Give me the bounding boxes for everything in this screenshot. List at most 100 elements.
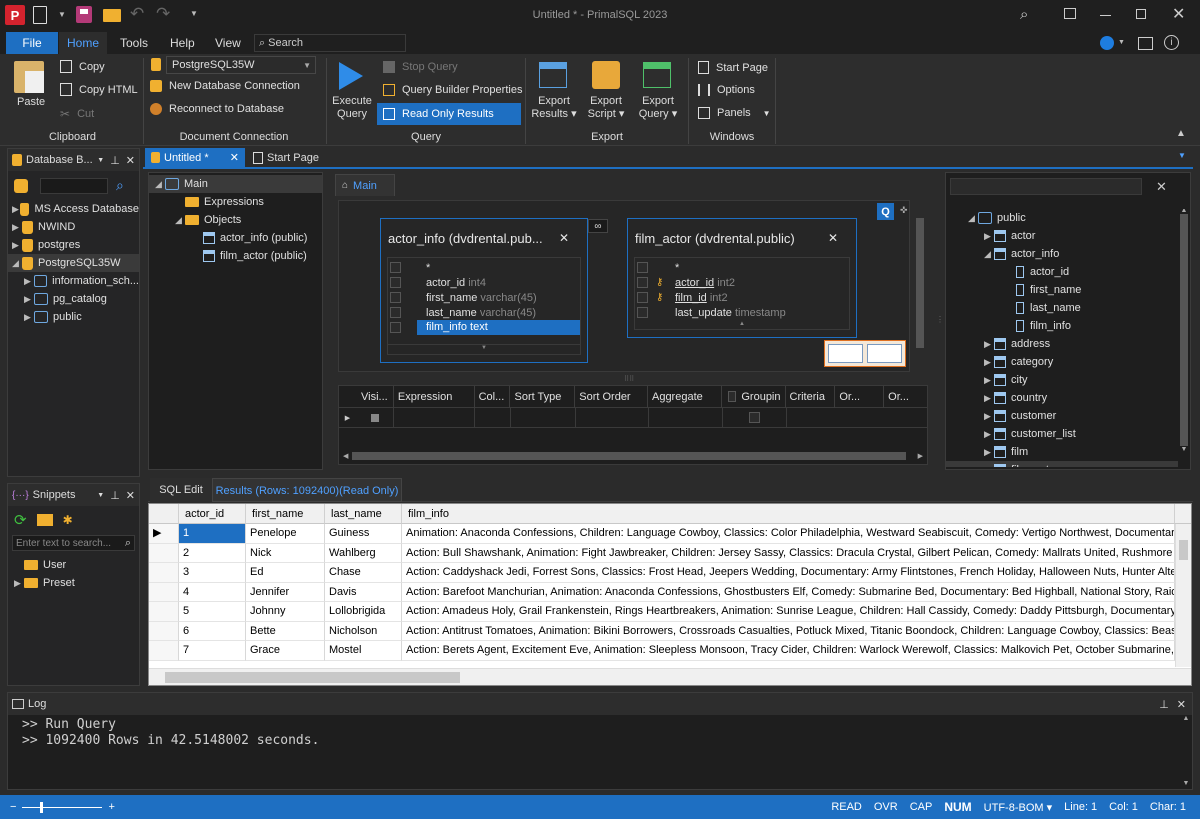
tree-item-public[interactable]: ▶ public [8,308,139,326]
table-cell[interactable]: Action: Amadeus Holy, Grail Frankenstein… [402,602,1175,622]
visible-checkbox[interactable] [370,413,379,422]
table-cell[interactable]: Action: Caddyshack Jedi, Forrest Sons, C… [402,563,1175,583]
table-box-film-actor[interactable]: film_actor (dvdrental.public) ✕ * ⚷ actor… [627,218,857,338]
tab-view[interactable]: View [215,36,241,50]
schema-table-address[interactable]: ▶ address [946,335,1190,353]
sort-order-cell[interactable] [576,407,649,428]
row-indicator[interactable] [149,543,179,563]
row-indicator[interactable] [149,602,179,622]
close-table-icon[interactable]: ✕ [828,231,838,245]
field-checkbox[interactable] [390,277,401,288]
export-script-button[interactable]: Export Script ▾ [582,95,630,121]
search-box[interactable]: ⌕ Search [254,34,406,52]
field-row[interactable]: actor_id int4 [388,275,580,290]
open-snippet-folder-icon[interactable] [36,514,53,526]
col-grouping[interactable]: Groupin [722,385,786,408]
field-checkbox[interactable] [390,307,401,318]
undo-icon[interactable]: ↶ [130,4,144,24]
table-cell[interactable]: 4 [179,582,246,602]
table-row[interactable]: 7 Grace Mostel Action: Berets Agent, Excite… [149,641,1191,661]
scroll-left-icon[interactable]: ◀ [343,452,348,460]
table-cell[interactable]: Bette [246,621,325,641]
close-panel-icon[interactable]: ✕ [126,489,135,502]
table-cell[interactable]: 1 [179,524,246,544]
aggregate-cell[interactable] [649,407,723,428]
table-cell[interactable]: Chase [325,563,402,583]
query-properties-badge[interactable]: Q [877,203,894,220]
new-file-icon[interactable] [33,6,47,24]
table-row[interactable]: ▶ 1 Penelope Guiness Animation: Anaconda Con… [149,524,1191,544]
customize-toolbar-icon[interactable]: ▼ [190,9,198,18]
snippet-search-input[interactable]: Enter text to search... ⌕ [12,535,135,551]
connection-select[interactable]: PostgreSQL35W ▼ [166,56,316,74]
account-dropdown-icon[interactable]: ▼ [1118,39,1125,46]
clear-filter-icon[interactable]: ✕ [1156,179,1167,195]
file-menu[interactable]: File [6,32,58,54]
collapse-ribbon-icon[interactable]: ▲ [1176,128,1186,139]
qtree-main[interactable]: ◢ Main [149,175,322,193]
tab-list-icon[interactable]: ▼ [1178,151,1186,160]
qtree-object-film-actor[interactable]: film_actor (public) [149,247,322,265]
table-cell[interactable]: Guiness [325,524,402,544]
panel-splitter-icon[interactable]: ⋮ [936,315,944,324]
connect-icon[interactable] [14,178,28,193]
table-row[interactable]: 5 Johnny Lollobrigida Action: Amadeus Holy,… [149,602,1191,622]
diagram-options-icon[interactable]: ✜ [900,205,908,216]
tab-start-page[interactable]: Start Page [253,148,319,167]
tree-item-ms-access[interactable]: ▶ MS Access Database [8,200,139,218]
close-window-icon[interactable]: ✕ [1172,4,1185,24]
field-row[interactable]: last_name varchar(45) [388,305,580,320]
schema-column-first-name[interactable]: first_name [946,281,1190,299]
tree-item-postgres[interactable]: ▶ postgres [8,236,139,254]
header-film-info[interactable]: film_info [402,504,1175,524]
panels-button[interactable]: Panels ▼ [698,107,771,119]
copy-html-button[interactable]: Copy HTML [60,83,138,96]
table-cell[interactable]: 5 [179,602,246,622]
row-indicator[interactable] [149,582,179,602]
table-cell[interactable]: Johnny [246,602,325,622]
field-row[interactable]: * [635,260,849,275]
table-cell[interactable]: Jennifer [246,582,325,602]
close-tab-icon[interactable]: ✕ [230,151,239,164]
table-cell[interactable]: 7 [179,641,246,661]
restore-ribbon-icon[interactable] [1064,8,1076,19]
criteria-h-scrollbar[interactable]: ◀ ▶ [339,450,927,462]
save-icon[interactable] [76,6,92,23]
panel-menu-icon[interactable]: ▼ [97,157,104,164]
field-row[interactable]: first_name varchar(45) [388,290,580,305]
scroll-down-icon[interactable]: ▼ [388,344,580,354]
table-cell[interactable]: Wahlberg [325,543,402,563]
table-box-actor-info[interactable]: actor_info (dvdrental.pub... ✕ * actor_i… [380,218,588,363]
qtree-object-actor-info[interactable]: actor_info (public) [149,229,322,247]
field-row[interactable]: last_update timestamp [635,305,849,320]
pin-icon[interactable]: ⊥ [110,489,120,502]
schema-view-customer-list[interactable]: ▶ customer_list [946,425,1190,443]
col-or-2[interactable]: Or... [884,386,927,408]
table-cell[interactable]: Lollobrigida [325,602,402,622]
sort-type-cell[interactable] [511,407,576,428]
splitter-handle[interactable]: ⠿⠿ [624,375,634,383]
open-folder-icon[interactable] [103,9,121,22]
table-cell[interactable]: 2 [179,543,246,563]
scroll-right-icon[interactable]: ▶ [918,452,923,460]
field-row[interactable]: ⚷ actor_id int2 [635,275,849,290]
table-row[interactable]: 6 Bette Nicholson Action: Antitrust Tomatoe… [149,621,1191,641]
panel-menu-icon[interactable]: ▼ [97,492,104,499]
paste-button[interactable]: Paste [17,96,45,108]
account-status-icon[interactable] [1100,36,1114,50]
query-builder-properties-button[interactable]: Query Builder Properties [383,84,522,96]
tab-tools[interactable]: Tools [120,36,148,50]
new-connection-button[interactable]: New Database Connection [150,80,300,92]
tab-results[interactable]: Results (Rows: 1092400)(Read Only) [212,478,402,502]
zoom-slider[interactable] [22,801,103,813]
minimize-icon[interactable] [1100,15,1111,16]
schema-table-country[interactable]: ▶ country [946,389,1190,407]
schema-table-actor-info[interactable]: ◢ actor_info [946,245,1190,263]
col-criteria[interactable]: Criteria [786,385,836,408]
table-cell[interactable]: Nick [246,543,325,563]
new-snippet-icon[interactable]: ✱ [63,513,73,527]
link-icon[interactable]: ∞ [588,219,608,233]
table-cell[interactable]: Mostel [325,641,402,661]
current-row-indicator[interactable]: ▶ [149,524,179,544]
tab-help[interactable]: Help [170,36,195,50]
